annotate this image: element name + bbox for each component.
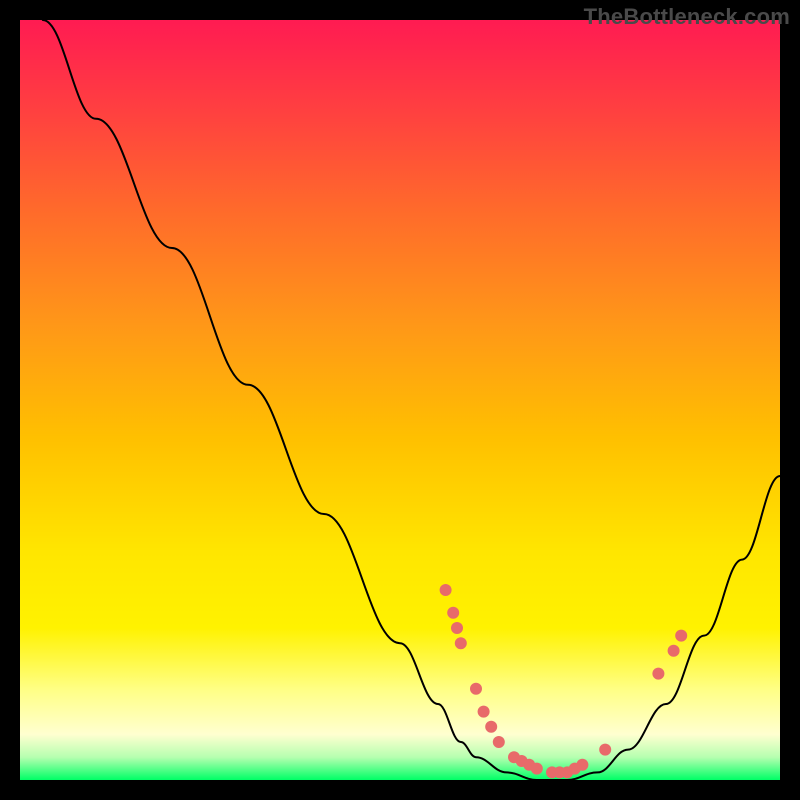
data-marker: [668, 645, 680, 657]
data-marker: [531, 763, 543, 775]
plot-area: [20, 20, 780, 780]
data-marker: [675, 630, 687, 642]
data-marker: [599, 744, 611, 756]
data-marker: [485, 721, 497, 733]
watermark-text: TheBottleneck.com: [584, 4, 790, 30]
chart-frame: TheBottleneck.com: [0, 0, 800, 800]
data-marker: [478, 706, 490, 718]
data-marker: [652, 668, 664, 680]
scatter-markers: [440, 584, 688, 778]
bottleneck-curve: [43, 20, 780, 780]
data-marker: [470, 683, 482, 695]
data-marker: [493, 736, 505, 748]
data-marker: [447, 607, 459, 619]
data-marker: [451, 622, 463, 634]
data-marker: [455, 637, 467, 649]
data-marker: [576, 759, 588, 771]
data-marker: [440, 584, 452, 596]
chart-svg: [20, 20, 780, 780]
